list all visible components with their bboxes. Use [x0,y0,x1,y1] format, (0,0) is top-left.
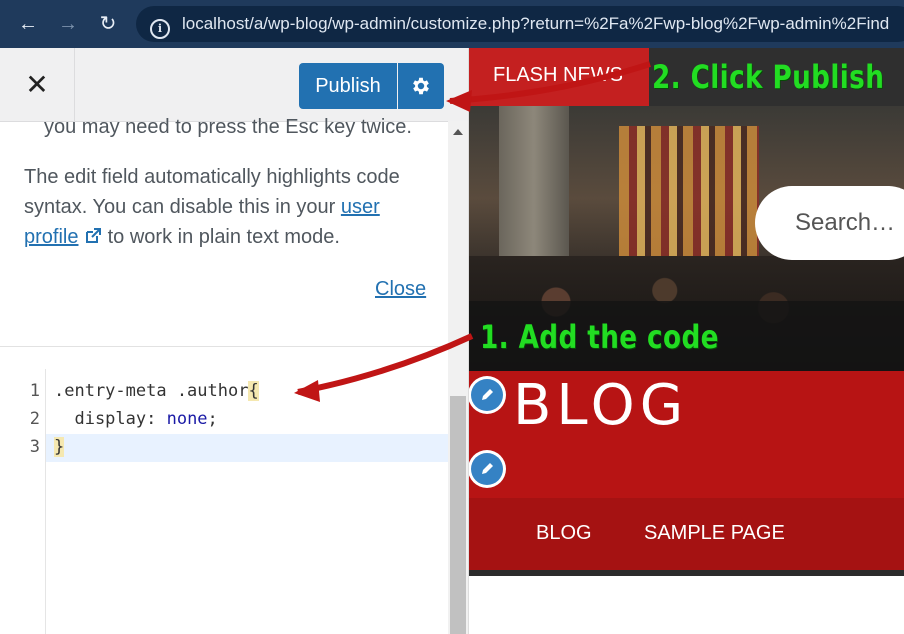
arrow-head-code [294,380,320,402]
step-2-label: 2. Click Publish [652,58,885,96]
step-1-label: 1. Add the code [480,318,719,356]
arrow-head-publish [446,90,472,112]
arrow-to-code [297,333,474,395]
arrow-to-publish [449,61,651,104]
